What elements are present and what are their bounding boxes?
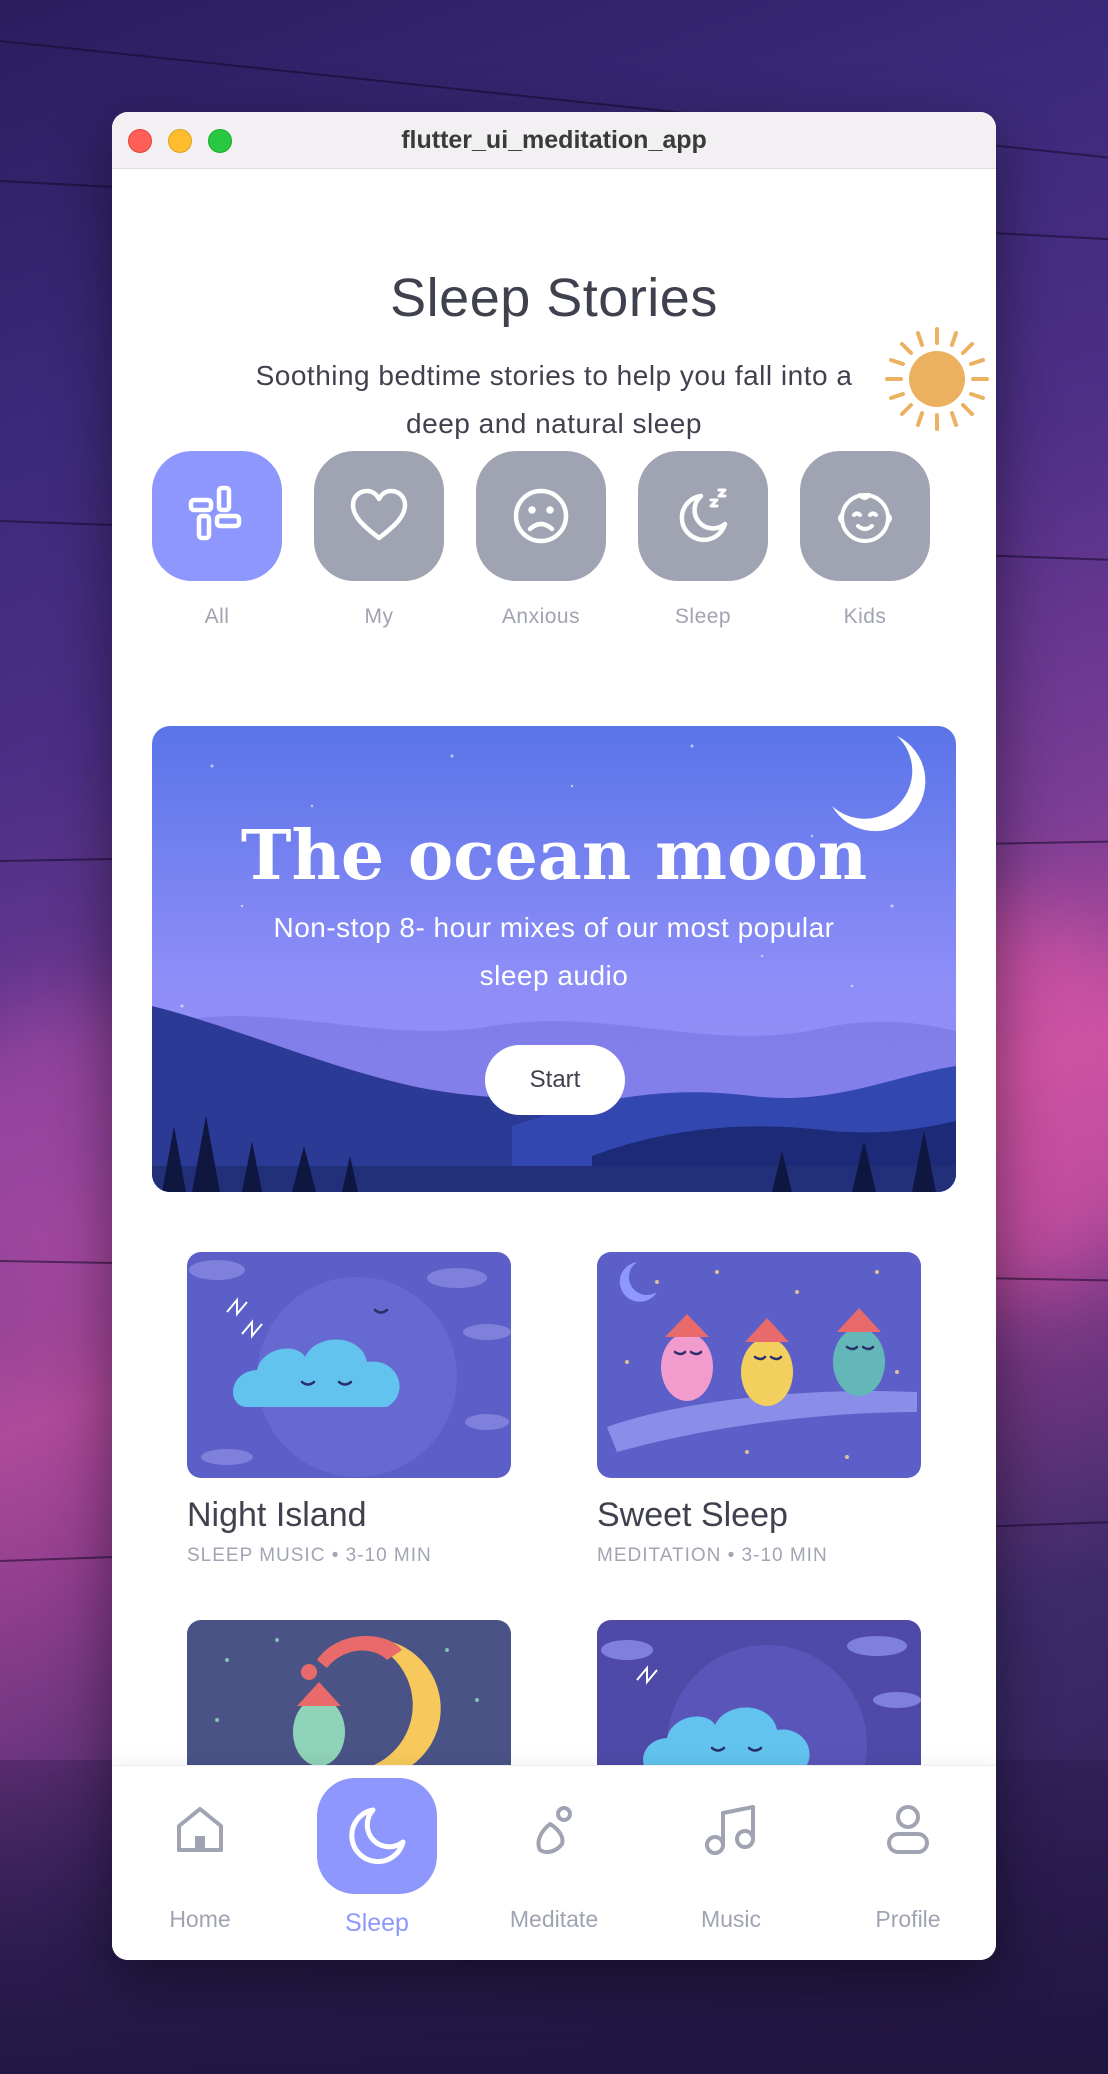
sleeping-owls-illustration	[597, 1252, 921, 1478]
start-button[interactable]: Start	[485, 1045, 625, 1115]
story-thumbnail[interactable]	[597, 1252, 921, 1478]
story-meta: MEDITATION • 3-10 MIN	[597, 1545, 828, 1566]
nav-label: Home	[169, 1906, 231, 1932]
nav-item-meditate[interactable]: Meditate	[484, 1766, 624, 1960]
window-title: flutter_ui_meditation_app	[401, 126, 707, 154]
category-tile[interactable]	[476, 451, 606, 581]
category-sleep[interactable]: Sleep	[638, 451, 768, 629]
category-kids[interactable]: Kids	[800, 451, 930, 629]
category-label: Anxious	[501, 605, 581, 628]
nav-item-profile[interactable]: Profile	[838, 1766, 978, 1960]
nav-icon-wrap[interactable]	[681, 1780, 781, 1880]
category-tile[interactable]	[314, 451, 444, 581]
grid-icon	[188, 485, 242, 541]
sun-icon	[885, 327, 989, 431]
window-titlebar[interactable]: flutter_ui_meditation_app	[112, 112, 996, 169]
profile-icon	[887, 1805, 929, 1854]
story-thumbnail[interactable]	[187, 1252, 511, 1478]
story-card-sweet-sleep[interactable]: Sweet Sleep MEDITATION • 3-10 MIN	[597, 1252, 921, 1567]
meditate-icon	[536, 1806, 572, 1854]
banner-subtitle: Non-stop 8- hour mixes of our most popul…	[273, 912, 835, 991]
nav-label: Meditate	[509, 1906, 599, 1932]
moon-icon	[349, 1807, 406, 1865]
nav-label: Music	[700, 1906, 762, 1932]
sad-face-icon	[513, 488, 569, 544]
nav-label: Sleep	[345, 1909, 409, 1937]
category-label: My	[364, 605, 394, 628]
story-title: Night Island	[187, 1496, 367, 1534]
category-anxious[interactable]: Anxious	[476, 451, 606, 629]
page-title: Sleep Stories	[390, 268, 718, 328]
banner-title: The ocean moon	[240, 816, 868, 896]
baby-face-icon	[838, 493, 892, 543]
nav-icon-wrap[interactable]	[317, 1778, 437, 1894]
moon-zzz-icon	[679, 488, 728, 542]
category-label: Kids	[843, 605, 887, 628]
music-note-icon	[705, 1805, 755, 1855]
app-window: flutter_ui_meditation_app Sleep Stories …	[112, 112, 996, 1960]
sleeping-cloud-moon-illustration	[187, 1252, 511, 1478]
home-icon	[177, 1807, 223, 1852]
category-all[interactable]: All	[152, 451, 282, 629]
story-title: Sweet Sleep	[597, 1496, 788, 1534]
story-meta: SLEEP MUSIC • 3-10 MIN	[187, 1545, 432, 1566]
category-tile[interactable]	[638, 451, 768, 581]
nav-label: Profile	[875, 1906, 941, 1932]
heart-icon	[350, 488, 408, 541]
story-card-night-island[interactable]: Night Island SLEEP MUSIC • 3-10 MIN	[187, 1252, 511, 1567]
nav-item-home[interactable]: Home	[130, 1766, 270, 1960]
nav-icon-wrap[interactable]	[858, 1780, 958, 1880]
nav-icon-wrap[interactable]	[504, 1780, 604, 1880]
nav-icon-wrap[interactable]	[150, 1780, 250, 1880]
bottom-navigation: Home Sleep Meditate Music Profile	[112, 1765, 996, 1960]
category-label: All	[204, 605, 230, 628]
page-subtitle: Soothing bedtime stories to help you fal…	[255, 360, 853, 439]
category-tile[interactable]	[800, 451, 930, 581]
category-tile[interactable]	[152, 451, 282, 581]
category-my[interactable]: My	[314, 451, 444, 629]
nav-item-sleep[interactable]: Sleep	[307, 1766, 447, 1960]
nav-item-music[interactable]: Music	[661, 1766, 801, 1960]
sleep-screen: Sleep Stories Soothing bedtime stories t…	[112, 169, 996, 1960]
featured-banner[interactable]: The ocean moon Non-stop 8- hour mixes of…	[152, 726, 956, 1192]
category-label: Sleep	[674, 605, 732, 628]
